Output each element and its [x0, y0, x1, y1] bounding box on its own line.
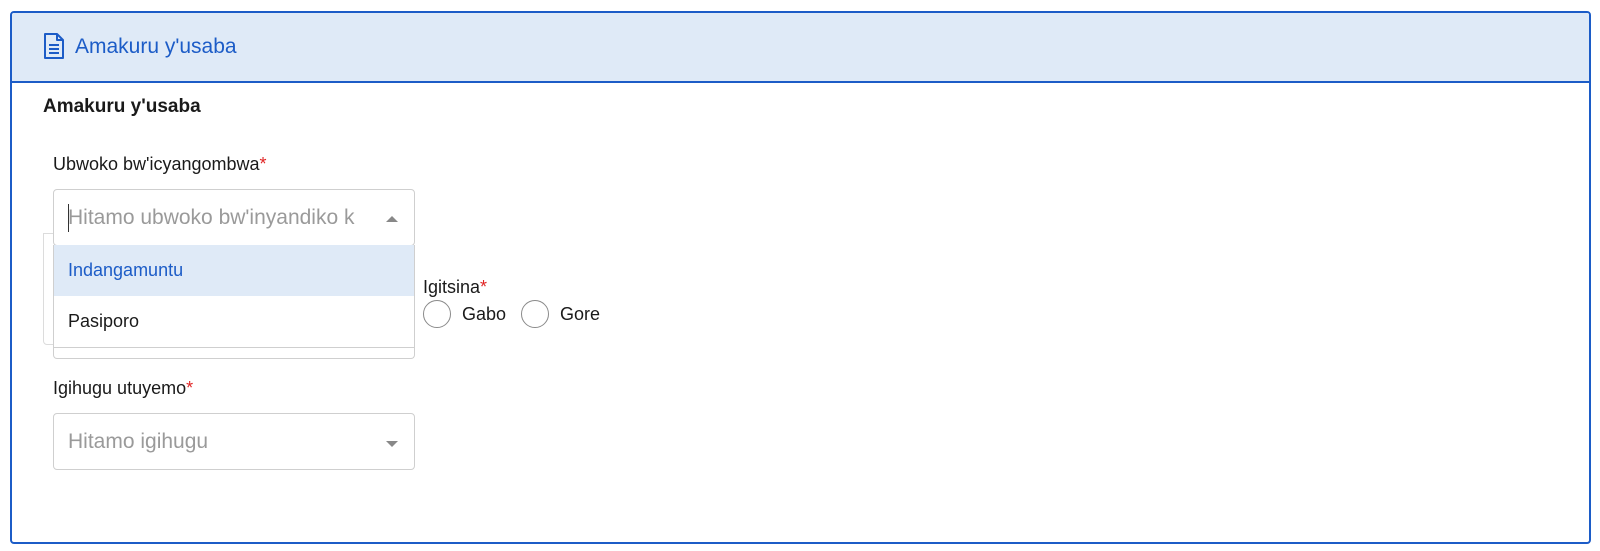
- required-marker: *: [259, 154, 267, 174]
- document-type-label-text: Ubwoko bw'icyangombwa: [53, 154, 260, 174]
- section-title: Amakuru y'usaba: [43, 96, 201, 117]
- chevron-down-icon[interactable]: [386, 441, 398, 447]
- document-type-select[interactable]: Hitamo ubwoko bw'inyandiko k: [53, 189, 415, 246]
- dropdown-option-pasiporo[interactable]: Pasiporo: [54, 296, 414, 347]
- document-type-placeholder: Hitamo ubwoko bw'inyandiko k: [68, 206, 355, 229]
- radio-circle[interactable]: [423, 300, 451, 328]
- text-cursor: [68, 204, 69, 232]
- gender-option-label[interactable]: Gabo: [462, 302, 506, 326]
- document-type-label: Ubwoko bw'icyangombwa*: [53, 152, 267, 176]
- dropdown-divider: [54, 347, 414, 348]
- required-marker: *: [186, 378, 194, 398]
- country-label-text: Igihugu utuyemo: [53, 378, 187, 398]
- dropdown-option-indangamuntu[interactable]: Indangamuntu: [54, 245, 414, 296]
- document-icon: [44, 33, 64, 59]
- country-placeholder: Hitamo igihugu: [68, 430, 209, 453]
- gender-label-text: Igitsina: [423, 277, 481, 297]
- gender-option-label[interactable]: Gore: [560, 302, 600, 326]
- chevron-up-icon[interactable]: [386, 216, 398, 222]
- panel-header: Amakuru y'usaba: [12, 13, 1589, 83]
- country-label: Igihugu utuyemo*: [53, 376, 193, 400]
- panel-title: Amakuru y'usaba: [75, 35, 237, 58]
- document-type-dropdown: Indangamuntu Pasiporo: [53, 245, 415, 359]
- required-marker: *: [480, 277, 488, 297]
- country-select[interactable]: Hitamo igihugu: [53, 413, 415, 470]
- gender-label: Igitsina*: [423, 275, 487, 299]
- radio-circle[interactable]: [521, 300, 549, 328]
